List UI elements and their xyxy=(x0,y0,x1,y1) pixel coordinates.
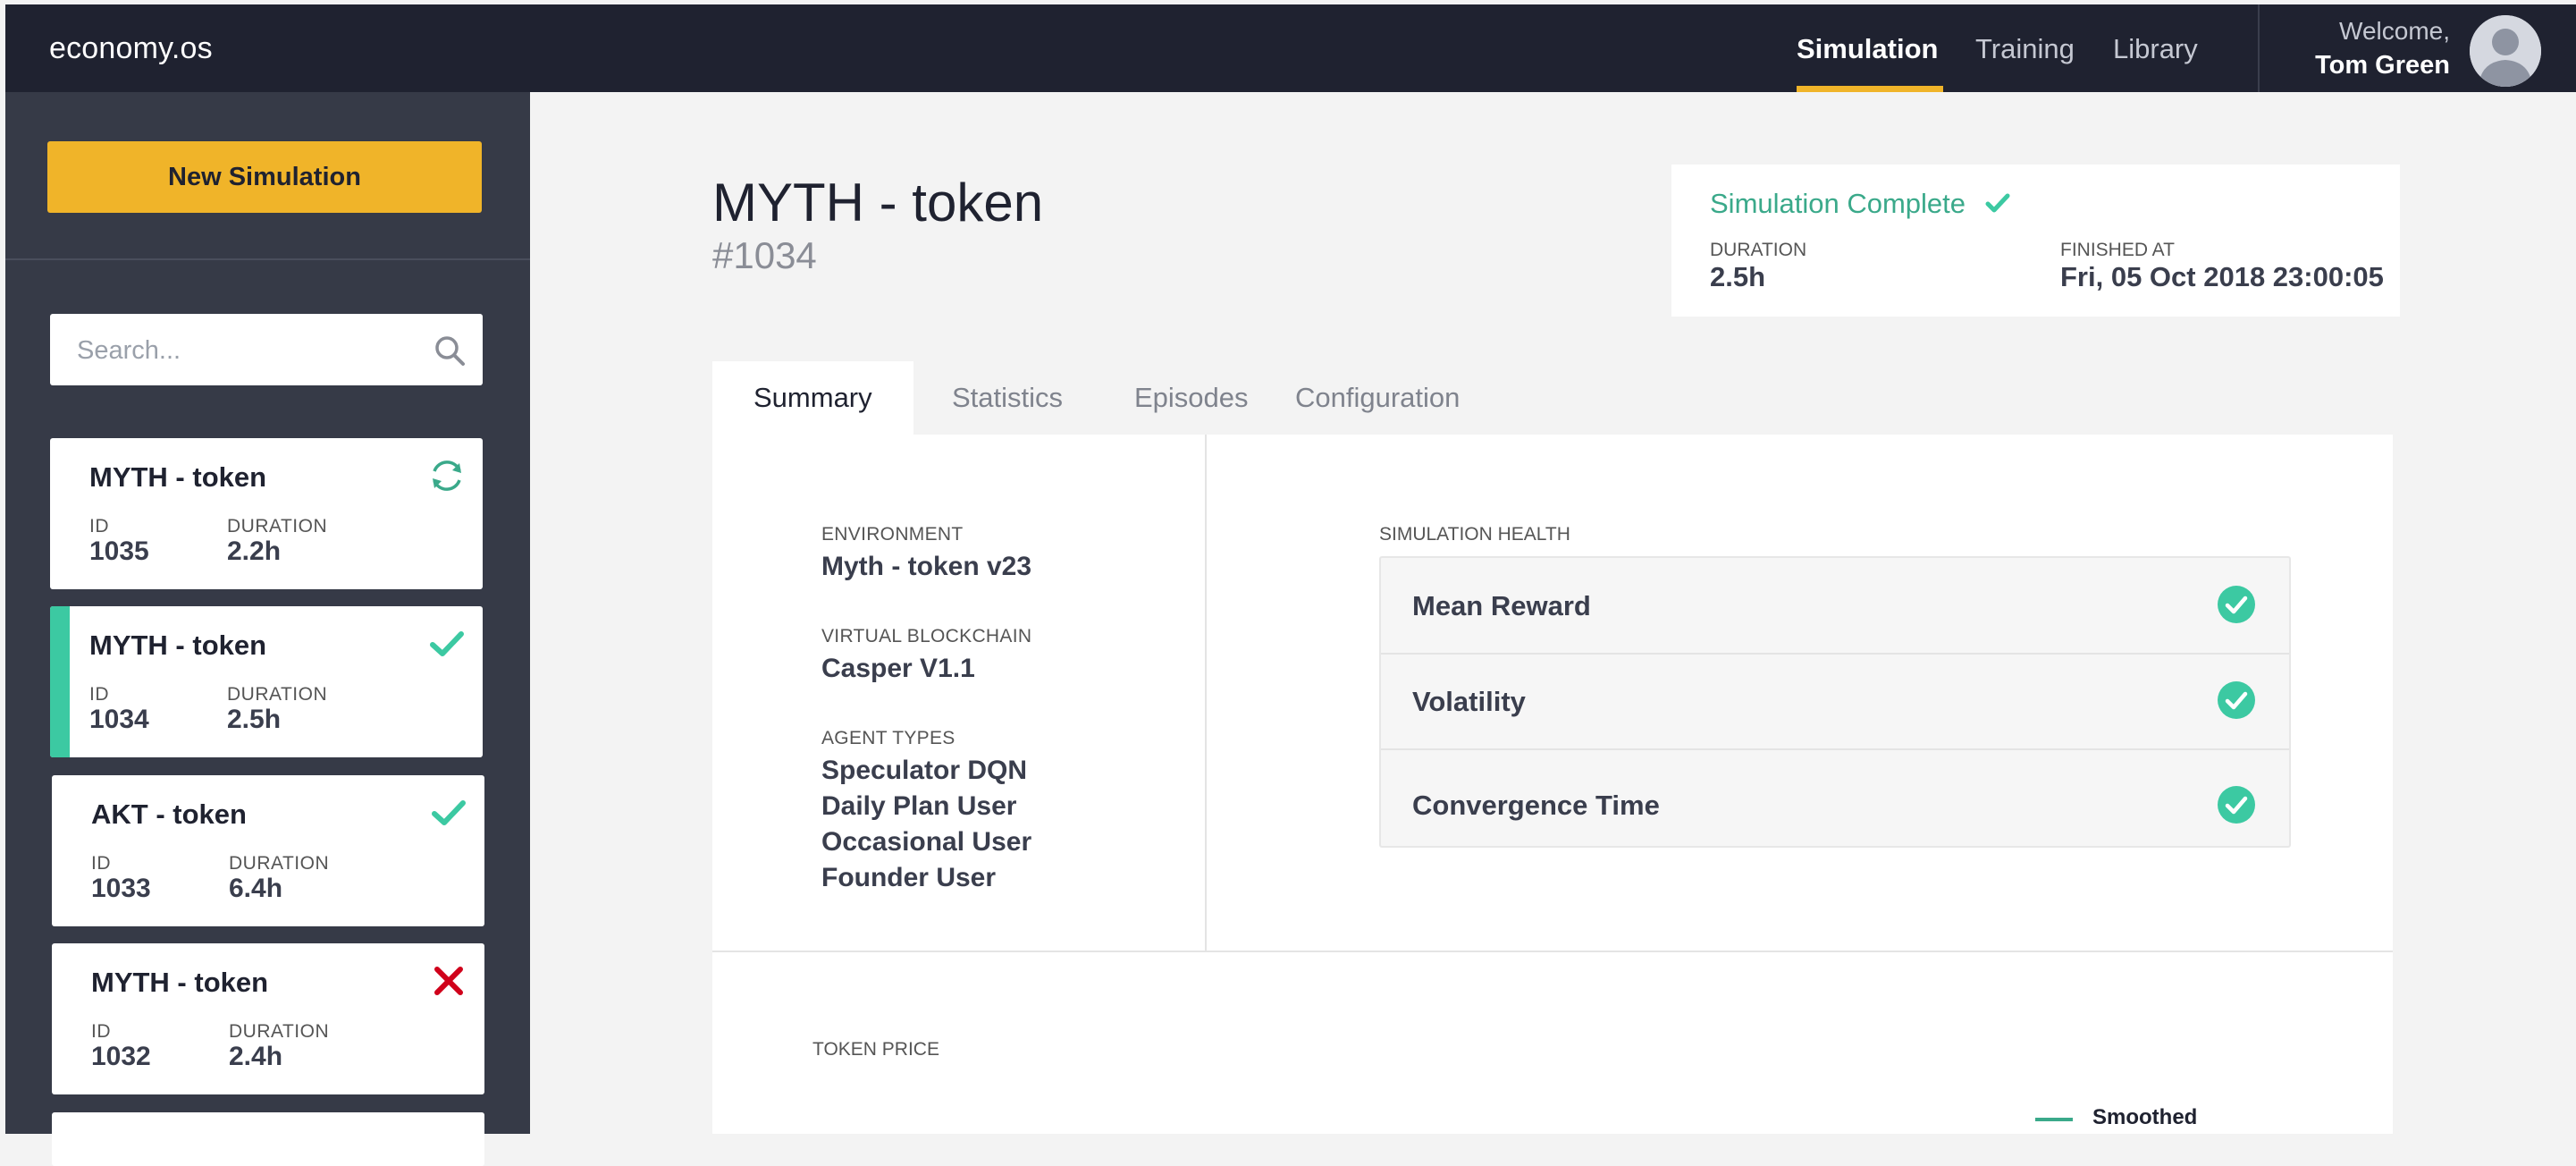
duration-label: DURATION xyxy=(227,684,328,705)
agent-type: Founder User xyxy=(821,863,997,892)
id-label: ID xyxy=(89,684,109,705)
check-icon xyxy=(432,800,466,825)
sim-id: 1035 xyxy=(89,537,149,566)
health-row-volatility: Volatility xyxy=(1381,654,2289,750)
avatar[interactable] xyxy=(2470,15,2541,87)
tab-statistics[interactable]: Statistics xyxy=(911,361,1104,435)
search-input[interactable] xyxy=(75,314,418,387)
tab-configuration[interactable]: Configuration xyxy=(1254,361,1501,435)
duration-value: 2.5h xyxy=(1710,261,1766,292)
health-name: Mean Reward xyxy=(1412,590,1591,621)
column-divider xyxy=(1205,435,1207,951)
check-circle-icon xyxy=(2218,586,2255,623)
sidebar-divider xyxy=(5,258,530,260)
search-icon[interactable] xyxy=(433,334,467,368)
health-name: Volatility xyxy=(1412,686,1526,717)
health-row-convergence-time: Convergence Time xyxy=(1381,749,2289,846)
sim-id: 1033 xyxy=(91,874,151,903)
x-icon xyxy=(434,967,463,995)
sim-card[interactable] xyxy=(52,1112,484,1166)
health-list: Mean Reward Volatility Convergence Time xyxy=(1379,556,2291,848)
sim-card-1035[interactable]: MYTH - token ID DURATION 1035 2.2h xyxy=(50,438,483,589)
check-icon xyxy=(1985,193,2010,213)
check-icon xyxy=(430,631,464,656)
nav-library[interactable]: Library xyxy=(2113,33,2198,65)
duration-label: DURATION xyxy=(227,516,328,537)
selected-indicator xyxy=(50,606,70,757)
nav-active-indicator xyxy=(1797,86,1943,92)
agent-type: Speculator DQN xyxy=(821,756,1028,785)
search-box xyxy=(50,314,483,387)
user-name[interactable]: Tom Green xyxy=(2294,51,2450,80)
environment-block: ENVIRONMENT Myth - token v23 xyxy=(821,524,1031,585)
sim-duration: 2.2h xyxy=(227,537,282,566)
sim-card-1032[interactable]: MYTH - token ID DURATION 1032 2.4h xyxy=(52,943,484,1094)
sim-duration: 2.4h xyxy=(229,1042,283,1071)
sim-id: 1032 xyxy=(91,1042,151,1071)
status-text: Simulation Complete xyxy=(1710,188,1966,219)
health-row-mean-reward: Mean Reward xyxy=(1381,558,2289,655)
check-circle-icon xyxy=(2218,786,2255,824)
legend-smoothed[interactable]: Smoothed xyxy=(2092,1105,2197,1130)
app-logo[interactable]: economy.os xyxy=(49,31,213,66)
agent-types-label: AGENT TYPES xyxy=(821,728,955,748)
status-panel: Simulation Complete DURATION 2.5h FINISH… xyxy=(1671,165,2400,317)
section-divider xyxy=(712,951,2393,952)
sidebar: New Simulation MYTH - token ID DURATION … xyxy=(5,92,530,1166)
user-avatar-icon xyxy=(2470,15,2541,87)
welcome-text: Welcome, xyxy=(2339,17,2450,45)
sim-card-1033[interactable]: AKT - token ID DURATION 1033 6.4h xyxy=(52,775,484,926)
check-circle-icon xyxy=(2218,681,2255,719)
id-label: ID xyxy=(89,516,109,537)
top-navbar: economy.os Simulation Training Library W… xyxy=(5,4,2576,92)
nav-separator xyxy=(2258,4,2260,92)
sim-title: AKT - token xyxy=(91,798,247,830)
health-name: Convergence Time xyxy=(1412,790,1660,821)
agent-type: Occasional User xyxy=(821,827,1032,857)
finished-value: Fri, 05 Oct 2018 23:00:05 xyxy=(2060,261,2384,292)
blockchain-label: VIRTUAL BLOCKCHAIN xyxy=(821,626,1032,646)
agent-types-block: AGENT TYPES Speculator DQN Daily Plan Us… xyxy=(821,728,1031,896)
duration-label: DURATION xyxy=(229,1021,330,1042)
sim-title: MYTH - token xyxy=(89,461,267,493)
sim-title: MYTH - token xyxy=(91,967,269,998)
nav-training[interactable]: Training xyxy=(1975,33,2075,65)
duration-label: DURATION xyxy=(1710,240,1807,260)
simulation-id: #1034 xyxy=(712,234,817,276)
sim-title: MYTH - token xyxy=(89,629,267,661)
sim-id: 1034 xyxy=(89,705,149,734)
id-label: ID xyxy=(91,1021,111,1042)
blockchain-block: VIRTUAL BLOCKCHAIN Casper V1.1 xyxy=(821,626,1031,687)
nav-simulation[interactable]: Simulation xyxy=(1797,33,1938,65)
sim-card-1034[interactable]: MYTH - token ID DURATION 1034 2.5h xyxy=(50,606,483,757)
new-simulation-button[interactable]: New Simulation xyxy=(47,141,482,213)
sim-duration: 6.4h xyxy=(229,874,283,903)
tab-summary[interactable]: Summary xyxy=(712,361,913,435)
environment-value: Myth - token v23 xyxy=(821,552,1032,581)
health-label: SIMULATION HEALTH xyxy=(1379,524,1570,545)
summary-panel: ENVIRONMENT Myth - token v23 VIRTUAL BLO… xyxy=(712,435,2393,1134)
duration-label: DURATION xyxy=(229,853,330,874)
agent-type: Daily Plan User xyxy=(821,791,1017,821)
legend-swatch xyxy=(2035,1118,2073,1121)
environment-label: ENVIRONMENT xyxy=(821,524,964,545)
page-title: MYTH - token xyxy=(712,173,1044,232)
finished-label: FINISHED AT xyxy=(2060,240,2175,260)
welcome-block: Welcome, Tom Green xyxy=(2294,17,2450,80)
id-label: ID xyxy=(91,853,111,874)
token-price-label: TOKEN PRICE xyxy=(812,1039,939,1060)
blockchain-value: Casper V1.1 xyxy=(821,654,975,683)
sync-icon xyxy=(433,460,461,491)
sim-duration: 2.5h xyxy=(227,705,282,734)
